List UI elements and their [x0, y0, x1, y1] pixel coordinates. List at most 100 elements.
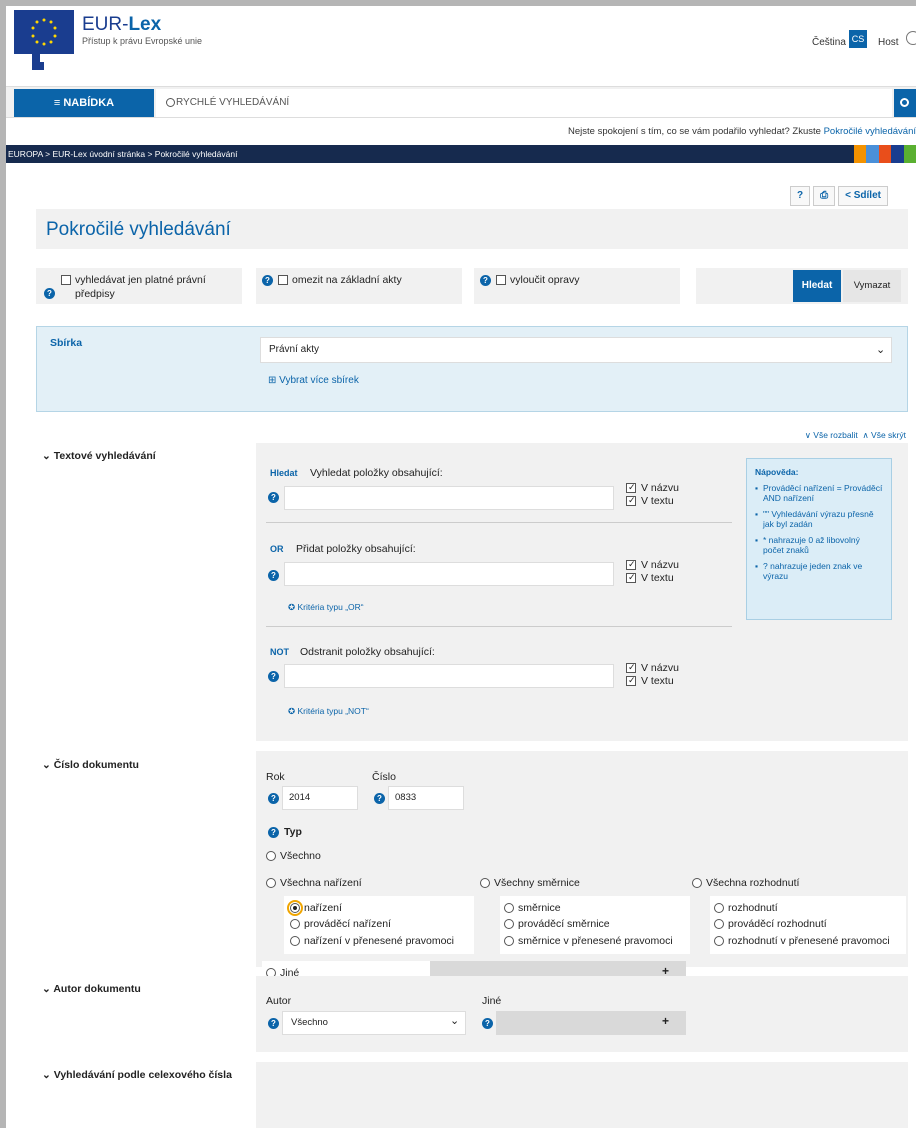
author-other-label: Jiné	[482, 995, 502, 1007]
help-icon[interactable]: ?	[268, 570, 279, 581]
help-icon[interactable]: ?	[268, 1018, 279, 1029]
find-in-title-checkbox[interactable]	[626, 482, 636, 493]
collection-select[interactable]: Právní akty	[260, 337, 892, 363]
author-select[interactable]: Všechno	[282, 1011, 466, 1035]
site-title-eur: EUR-	[82, 14, 129, 35]
share-button[interactable]: < Sdílet	[838, 186, 888, 206]
chevron-down-icon[interactable]: ⌄	[450, 1014, 459, 1027]
impl-directive-radio[interactable]	[504, 919, 514, 929]
regulation-radio[interactable]	[287, 900, 303, 916]
or-in-title-label: V názvu	[641, 559, 679, 571]
add-or-criteria-link[interactable]: ✪ Kritéria typu „OR“	[288, 602, 364, 613]
doc-number-title: Číslo dokumentu	[53, 759, 139, 771]
base-acts-checkbox[interactable]	[278, 275, 288, 285]
text-search-title: Textové vyhledávání	[53, 450, 156, 462]
divider	[266, 626, 732, 627]
not-in-title-checkbox[interactable]	[626, 662, 636, 673]
author-selected-value: Všechno	[291, 1017, 328, 1028]
help-item: ? nahrazuje jeden znak ve výrazu	[755, 561, 883, 581]
decision-radio[interactable]	[714, 903, 724, 913]
not-input[interactable]	[284, 664, 614, 688]
or-in-text-label: V textu	[641, 572, 674, 584]
or-tag: OR	[270, 544, 284, 554]
section-left-col	[36, 443, 256, 741]
collapse-all-link[interactable]: ∧ Vše skrýt	[862, 430, 906, 440]
help-icon[interactable]: ?	[374, 793, 385, 804]
print-button[interactable]: ⎙	[813, 186, 836, 206]
help-button[interactable]: ?	[790, 186, 811, 206]
decision-label: rozhodnutí	[728, 902, 778, 914]
search-button[interactable]: Hledat	[793, 270, 841, 302]
menu-button[interactable]: ≡ NABÍDKA	[14, 89, 154, 117]
more-collections-link[interactable]: ⊞ Vybrat více sbírek	[268, 375, 359, 386]
exclude-corr-checkbox[interactable]	[496, 275, 506, 285]
help-icon[interactable]: ?	[268, 793, 279, 804]
all-regulations-radio[interactable]	[266, 878, 276, 888]
or-input[interactable]	[284, 562, 614, 586]
del-directive-label: směrnice v přenesené pravomoci	[518, 935, 673, 947]
del-regulation-radio[interactable]	[290, 936, 300, 946]
or-in-title-checkbox[interactable]	[626, 559, 636, 570]
type-all-radio[interactable]	[266, 851, 276, 861]
valid-only-checkbox[interactable]	[61, 275, 71, 285]
add-not-criteria-link[interactable]: ✪ Kritéria typu „NOT“	[288, 706, 369, 717]
color-strip-5	[903, 145, 916, 163]
author-section-label[interactable]: ⌄ Autor dokumentu	[42, 983, 141, 995]
type-label: Typ	[284, 826, 302, 838]
eu-stars-icon	[31, 18, 57, 46]
number-label: Číslo	[372, 771, 396, 783]
site-title[interactable]: EUR-Lex	[82, 14, 161, 36]
help-icon[interactable]: ?	[268, 827, 279, 838]
plus-icon[interactable]: +	[662, 1014, 669, 1028]
del-decision-label: rozhodnutí v přenesené pravomoci	[728, 935, 890, 947]
or-in-text-checkbox[interactable]	[626, 572, 636, 583]
type-all-label: Všechno	[280, 850, 321, 862]
user-label[interactable]: Host	[878, 37, 899, 48]
doc-number-label[interactable]: ⌄ Číslo dokumentu	[42, 759, 139, 771]
year-input[interactable]: 2014	[282, 786, 358, 810]
color-strip-3	[878, 145, 892, 163]
del-directive-radio[interactable]	[504, 936, 514, 946]
expand-all-link[interactable]: ∨ Vše rozbalit	[805, 430, 858, 440]
help-icon[interactable]: ?	[262, 275, 273, 286]
number-input[interactable]: 0833	[388, 786, 464, 810]
page-title: Pokročilé vyhledávání	[46, 219, 231, 240]
advanced-search-link[interactable]: Pokročilé vyhledávání	[824, 126, 916, 137]
not-in-text-checkbox[interactable]	[626, 675, 636, 686]
find-input[interactable]	[284, 486, 614, 510]
regulation-label: nařízení	[304, 902, 342, 914]
user-icon[interactable]	[906, 31, 916, 45]
clear-button[interactable]: Vymazat	[843, 270, 901, 302]
valid-only-label-2: předpisy	[75, 288, 115, 300]
help-icon[interactable]: ?	[268, 671, 279, 682]
del-decision-radio[interactable]	[714, 936, 724, 946]
help-icon[interactable]: ?	[480, 275, 491, 286]
find-in-text-label: V textu	[641, 495, 674, 507]
help-icon[interactable]: ?	[268, 492, 279, 503]
author-other-input[interactable]	[496, 1011, 686, 1035]
all-directives-label: Všechny směrnice	[494, 877, 580, 889]
celex-section-label[interactable]: ⌄ Vyhledávání podle celexového čísla	[42, 1069, 232, 1081]
eu-logo[interactable]	[14, 10, 74, 54]
not-label: Odstranit položky obsahující:	[300, 646, 435, 658]
all-directives-radio[interactable]	[480, 878, 490, 888]
chevron-down-icon[interactable]: ⌄	[876, 343, 885, 356]
all-decisions-radio[interactable]	[692, 878, 702, 888]
quick-search-input[interactable]: RYCHLÉ VYHLEDÁVÁNÍ	[156, 89, 892, 117]
language-selector[interactable]: Čeština	[812, 37, 846, 48]
impl-directive-label: prováděcí směrnice	[518, 918, 610, 930]
impl-decision-label: prováděcí rozhodnutí	[728, 918, 827, 930]
help-icon[interactable]: ?	[482, 1018, 493, 1029]
divider	[266, 522, 732, 523]
help-item: "" Vyhledávání výrazu přesně jak byl zad…	[755, 509, 883, 529]
impl-regulation-radio[interactable]	[290, 919, 300, 929]
impl-decision-radio[interactable]	[714, 919, 724, 929]
help-icon[interactable]: ?	[44, 288, 55, 299]
breadcrumb[interactable]: EUROPA > EUR-Lex úvodní stránka > Pokroč…	[6, 145, 916, 163]
directive-radio[interactable]	[504, 903, 514, 913]
all-decisions-label: Všechna rozhodnutí	[706, 877, 800, 889]
text-search-label[interactable]: ⌄ Textové vyhledávání	[42, 450, 156, 462]
language-code-badge[interactable]: CS	[849, 30, 867, 48]
find-in-text-checkbox[interactable]	[626, 495, 636, 506]
site-subtitle: Přístup k právu Evropské unie	[82, 36, 203, 46]
